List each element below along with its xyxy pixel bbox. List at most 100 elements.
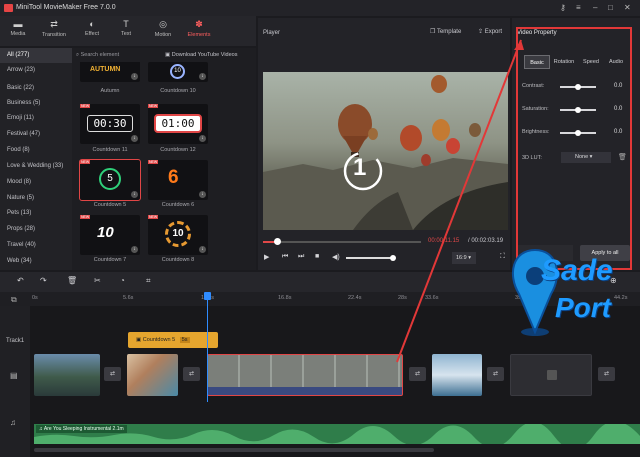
tab-effect[interactable]: ◐ Effect <box>76 18 108 44</box>
effect-icon: ◐ <box>89 19 95 29</box>
element-preview: 01:00 <box>154 114 202 133</box>
minimize-icon[interactable]: – <box>593 3 597 12</box>
element-label: Countdown 12 <box>160 147 196 153</box>
transition-icon[interactable]: ⇄ <box>409 367 426 381</box>
menu-icon[interactable]: ≡ <box>576 3 581 12</box>
element-preview: AUTUMN <box>90 66 121 73</box>
category-item[interactable]: Food (8) <box>0 143 72 158</box>
category-item[interactable]: Business (5) <box>0 96 72 111</box>
element-clip-duration: 5s <box>179 337 190 343</box>
template-button[interactable]: ❐ Template <box>430 28 461 35</box>
folder-icon: ▬ <box>13 19 23 29</box>
download-icon[interactable]: ↓ <box>199 191 206 198</box>
export-button[interactable]: ⇪ Export <box>478 28 502 35</box>
video-clip[interactable] <box>127 354 178 396</box>
category-item[interactable]: Arrow (23) <box>0 63 72 78</box>
transition-icon: ⇄ <box>50 19 58 29</box>
transition-icon[interactable]: ⇄ <box>598 367 615 381</box>
category-item[interactable]: Love & Wedding (33) <box>0 159 72 174</box>
download-icon[interactable]: ↓ <box>131 246 138 253</box>
element-card[interactable]: AUTUMN ↓ <box>80 62 140 82</box>
highlight-box <box>516 27 632 270</box>
transition-icon[interactable]: ⇄ <box>183 367 200 381</box>
element-clip-icon: ▣ <box>136 337 143 343</box>
stop-icon[interactable]: ■ <box>315 253 319 260</box>
player-title: Player <box>263 30 281 36</box>
volume-slider[interactable] <box>346 257 394 259</box>
tab-transition[interactable]: ⇄ Transition <box>38 18 70 44</box>
timeline-scrollbar[interactable] <box>34 448 434 452</box>
close-icon[interactable]: ✕ <box>624 3 631 12</box>
category-item[interactable]: Emoji (11) <box>0 111 72 126</box>
category-item[interactable]: Web (34) <box>0 254 72 269</box>
ruler-tick: 5.6s <box>123 295 134 301</box>
elements-icon: ✽ <box>195 19 203 29</box>
video-clip-selected[interactable] <box>207 354 403 396</box>
playhead-handle[interactable] <box>204 292 211 300</box>
ruler-tick: 0s <box>32 295 38 301</box>
redo-icon[interactable]: ↷ <box>40 276 47 285</box>
element-card[interactable]: NEW 10 ↓ <box>80 215 140 255</box>
download-icon[interactable]: ↓ <box>131 191 138 198</box>
download-icon[interactable]: ↓ <box>199 246 206 253</box>
export-icon: ⇪ <box>478 29 485 35</box>
transition-icon[interactable]: ⇄ <box>487 367 504 381</box>
element-label: Countdown 7 <box>93 257 127 263</box>
new-badge: NEW <box>80 215 91 219</box>
category-item[interactable]: Props (28) <box>0 222 72 237</box>
audio-clip-label: ♫ Are You Sleeping Instrumental 2.1m <box>36 425 127 433</box>
countdown-overlay: 1 <box>353 154 367 181</box>
split-icon[interactable]: ✂ <box>94 276 101 285</box>
tab-motion[interactable]: ◎ Motion <box>147 18 179 44</box>
download-icon[interactable]: ↓ <box>199 135 206 142</box>
clip-audio-strip <box>208 387 402 395</box>
category-item[interactable]: Basic (22) <box>0 81 72 96</box>
new-badge: NEW <box>148 104 159 108</box>
category-item[interactable]: All (277) <box>0 48 72 63</box>
element-preview: 5 <box>99 168 121 190</box>
category-item[interactable]: Pets (13) <box>0 206 72 221</box>
element-preview: 00:30 <box>87 115 133 132</box>
volume-icon[interactable]: ◀) <box>332 253 340 261</box>
element-card[interactable]: 10 ↓ <box>148 62 208 82</box>
crop-icon[interactable]: ⌗ <box>146 276 151 286</box>
music-track-icon: ♫ <box>10 418 16 427</box>
transition-icon[interactable]: ⇄ <box>104 367 121 381</box>
playhead[interactable] <box>207 294 208 402</box>
app-title: MiniTool MovieMaker Free 7.0.0 <box>16 4 116 11</box>
element-card-selected[interactable]: NEW 5 ↓ <box>79 159 141 201</box>
app-logo <box>4 4 13 12</box>
previous-frame-icon[interactable]: ⏮ <box>282 253 288 261</box>
category-item[interactable]: Travel (40) <box>0 238 72 253</box>
element-preview: 10 <box>97 224 114 241</box>
download-icon[interactable]: ↓ <box>131 135 138 142</box>
tab-text[interactable]: T Text <box>110 18 142 44</box>
tab-elements[interactable]: ✽ Elements <box>183 18 215 44</box>
category-item[interactable]: Mood (8) <box>0 175 72 190</box>
element-preview: 10 <box>170 64 185 79</box>
element-card[interactable]: NEW 10 ↓ <box>148 215 208 255</box>
template-icon: ❐ <box>430 29 437 35</box>
tab-media[interactable]: ▬ Media <box>2 18 34 44</box>
next-frame-icon[interactable]: ⏭ <box>298 253 304 261</box>
category-item[interactable]: Nature (5) <box>0 191 72 206</box>
undo-icon[interactable]: ↶ <box>17 276 24 285</box>
play-icon[interactable]: ▶ <box>264 253 269 261</box>
main-toolbar: ▬ Media ⇄ Transition ◐ Effect T Text ◎ Motion… <box>0 16 256 46</box>
element-card[interactable]: NEW 6 ↓ <box>148 160 208 200</box>
video-clip[interactable] <box>34 354 100 396</box>
element-card[interactable]: NEW 00:30 ↓ <box>80 104 140 144</box>
download-icon[interactable]: ↓ <box>199 73 206 80</box>
speed-icon[interactable]: ◔ <box>120 276 125 285</box>
element-label: Autumn <box>100 88 120 94</box>
element-card[interactable]: NEW 01:00 ↓ <box>148 104 208 144</box>
element-clip[interactable]: ▣ Countdown 5 5s <box>128 332 218 348</box>
category-item[interactable]: Festival (47) <box>0 127 72 142</box>
download-icon[interactable]: ↓ <box>131 73 138 80</box>
add-track-icon[interactable]: ⧉ <box>11 295 17 305</box>
key-icon[interactable]: ⚷ <box>560 3 566 12</box>
maximize-icon[interactable]: □ <box>608 3 613 12</box>
track1-label: Track1 <box>6 338 25 344</box>
element-label: Countdown 11 <box>92 147 128 153</box>
delete-icon[interactable]: 🗑 <box>67 276 77 285</box>
